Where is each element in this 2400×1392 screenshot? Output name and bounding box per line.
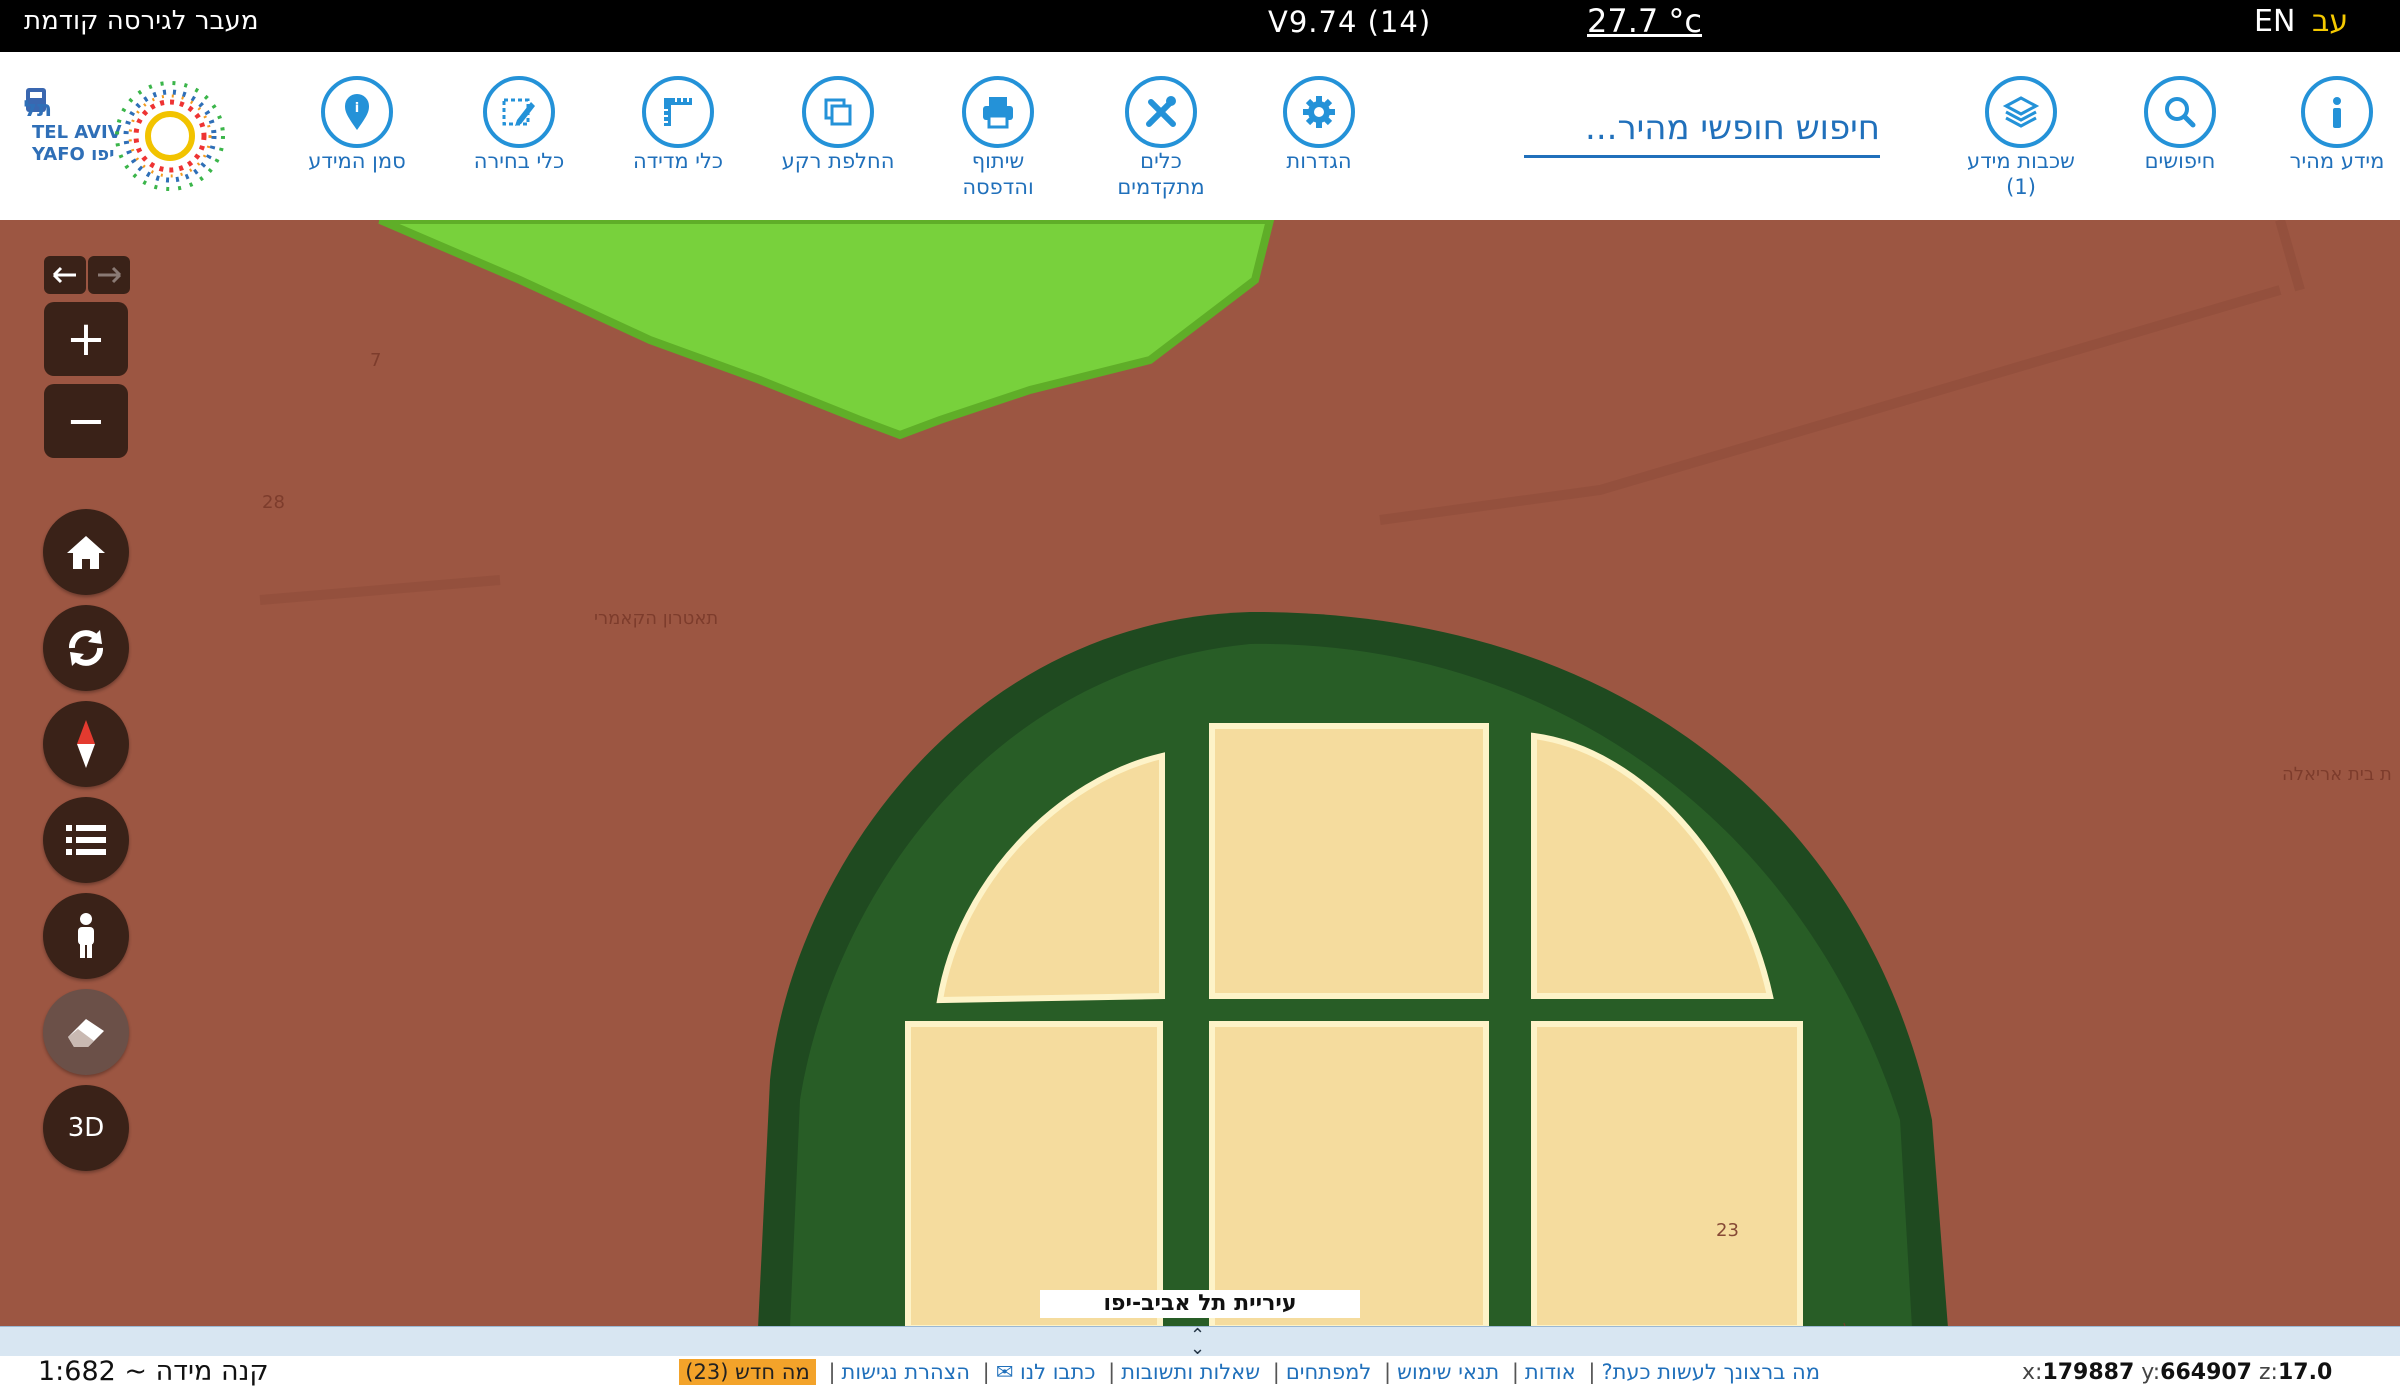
- map-canvas[interactable]: תאטרון הקאמרי ת בית אריאלה שד שאול המלך …: [0, 220, 2400, 1328]
- street-view-button[interactable]: [43, 893, 129, 979]
- map-label-number: 23: [1716, 1220, 1739, 1241]
- svg-text:YAFO יפו: YAFO יפו: [31, 144, 114, 165]
- tool-settings[interactable]: הגדרות: [1244, 76, 1394, 174]
- arrow-right-icon: [98, 266, 122, 284]
- tool-label: שיתוף והדפסה: [962, 149, 1034, 199]
- tool-label: כלים מתקדמים: [1117, 149, 1205, 199]
- svg-text:תל אביב: תל אביב: [18, 97, 52, 122]
- tool-searches[interactable]: חיפושים: [2105, 76, 2255, 174]
- footer-toggle-bar[interactable]: ⌃ ⌄: [0, 1325, 2400, 1359]
- tool-label: כלי בחירה: [473, 149, 565, 173]
- tools-icon: [1125, 76, 1197, 148]
- x-coordinate: 179887: [2042, 1360, 2135, 1385]
- search-icon: [2144, 76, 2216, 148]
- footer-link[interactable]: הצהרת נגישות: [842, 1360, 970, 1384]
- map-label-beit-ariela: ת בית אריאלה: [2282, 764, 2392, 785]
- tool-label: שכבות מידע (1): [1967, 149, 2075, 199]
- tool-info-marker[interactable]: i סמן המידע: [282, 76, 432, 174]
- tool-selection[interactable]: כלי בחירה: [444, 76, 594, 174]
- tool-label: החלפת רקע: [781, 149, 895, 173]
- map-attribution: עיריית תל אביב-יפו: [1040, 1290, 1360, 1318]
- selection-pen-icon: [483, 76, 555, 148]
- map-label-theater: תאטרון הקאמרי: [594, 608, 719, 629]
- zoom-in-button[interactable]: +: [44, 302, 128, 376]
- gear-icon: [1283, 76, 1355, 148]
- home-button[interactable]: [43, 509, 129, 595]
- quick-search: [1524, 100, 1880, 158]
- tool-label: הגדרות: [1286, 149, 1352, 173]
- temperature-link[interactable]: 27.7 °c: [1587, 2, 1702, 40]
- footer-link[interactable]: כתבו לנו ✉: [996, 1360, 1096, 1384]
- minus-icon: −: [65, 393, 107, 449]
- eraser-icon: [68, 1019, 104, 1047]
- footer-link[interactable]: תנאי שימוש: [1397, 1360, 1499, 1384]
- tool-share-print[interactable]: שיתוף והדפסה: [923, 76, 1073, 200]
- 3d-button[interactable]: 3D: [43, 1085, 129, 1171]
- list-icon: [66, 825, 106, 855]
- zoom-level: 17.0: [2277, 1360, 2333, 1385]
- tool-measure[interactable]: כלי מדידה: [603, 76, 753, 174]
- info-icon: [2301, 76, 2373, 148]
- ruler-icon: [642, 76, 714, 148]
- previous-version-link[interactable]: מעבר לגירסה קודמת: [24, 6, 258, 36]
- version-label: V9.74 (14): [1268, 5, 1432, 39]
- footer-link[interactable]: אודות: [1525, 1360, 1576, 1384]
- refresh-icon: [69, 630, 103, 666]
- map-pin-icon: i: [321, 76, 393, 148]
- footer-link[interactable]: שאלות ותשובות: [1121, 1360, 1260, 1384]
- svg-text:i: i: [355, 101, 359, 116]
- top-bar: מעבר לגירסה קודמת V9.74 (14) 27.7 °c EN …: [0, 0, 2400, 52]
- language-en-button[interactable]: EN: [2254, 4, 2295, 39]
- logo-sun-icon: [115, 81, 225, 191]
- tool-layers[interactable]: שכבות מידע (1): [1946, 76, 2096, 200]
- map-scale: קנה מידה ~ 1:682: [38, 1356, 269, 1387]
- print-icon: [962, 76, 1034, 148]
- legend-list-button[interactable]: [43, 797, 129, 883]
- expand-collapse-icon: ⌃ ⌄: [1190, 1325, 1206, 1359]
- pegman-icon: [78, 913, 94, 958]
- refresh-button[interactable]: [43, 605, 129, 691]
- history-forward-button[interactable]: [88, 256, 130, 294]
- plus-icon: +: [65, 311, 107, 367]
- history-back-button[interactable]: [44, 256, 86, 294]
- quick-search-input[interactable]: [1524, 100, 1880, 155]
- footer-links: מה ברצונך לעשות כעת?| אודות| תנאי שימוש|…: [580, 1359, 1820, 1385]
- tool-quick-info[interactable]: מידע מהיר: [2262, 76, 2400, 174]
- whats-new-button[interactable]: מה חדש (23): [679, 1359, 816, 1385]
- map-label-number: 7: [370, 350, 382, 371]
- layers-icon: [1985, 76, 2057, 148]
- tool-background-swap[interactable]: החלפת רקע: [763, 76, 913, 174]
- arrow-left-icon: [52, 266, 76, 284]
- map-render: [259, 220, 2305, 1328]
- footer: קנה מידה ~ 1:682 מה ברצונך לעשות כעת?| א…: [0, 1356, 2400, 1392]
- language-he-button[interactable]: עב: [2312, 4, 2348, 39]
- eraser-button[interactable]: [43, 989, 129, 1075]
- green-area: [378, 220, 1275, 440]
- tel-aviv-logo[interactable]: תל אביב TEL AVIV YAFO יפו: [0, 76, 248, 196]
- tool-label: סמן המידע: [308, 149, 406, 173]
- y-coordinate: 664907: [2160, 1360, 2252, 1385]
- background-swap-icon: [802, 76, 874, 148]
- svg-text:TEL AVIV: TEL AVIV: [32, 122, 122, 143]
- footer-link[interactable]: מה ברצונך לעשות כעת?: [1601, 1360, 1820, 1384]
- zoom-out-button[interactable]: −: [44, 384, 128, 458]
- tool-advanced[interactable]: כלים מתקדמים: [1086, 76, 1236, 200]
- main-toolbar: תל אביב TEL AVIV YAFO יפו מידע מהיר חיפו…: [0, 52, 2400, 220]
- home-icon: [67, 536, 105, 569]
- history-nav: [44, 256, 130, 294]
- 3d-label: 3D: [67, 1113, 105, 1143]
- map-label-number: 28: [262, 492, 285, 513]
- coordinates-readout: x:179887 y:664907 z:17.0: [2022, 1360, 2333, 1385]
- tool-label: כלי מדידה: [632, 149, 724, 173]
- compass-icon: [77, 720, 95, 768]
- tool-label: חיפושים: [2144, 149, 2216, 173]
- compass-button[interactable]: [43, 701, 129, 787]
- footer-link[interactable]: למפתחים: [1286, 1360, 1371, 1384]
- tool-label: מידע מהיר: [2289, 149, 2385, 173]
